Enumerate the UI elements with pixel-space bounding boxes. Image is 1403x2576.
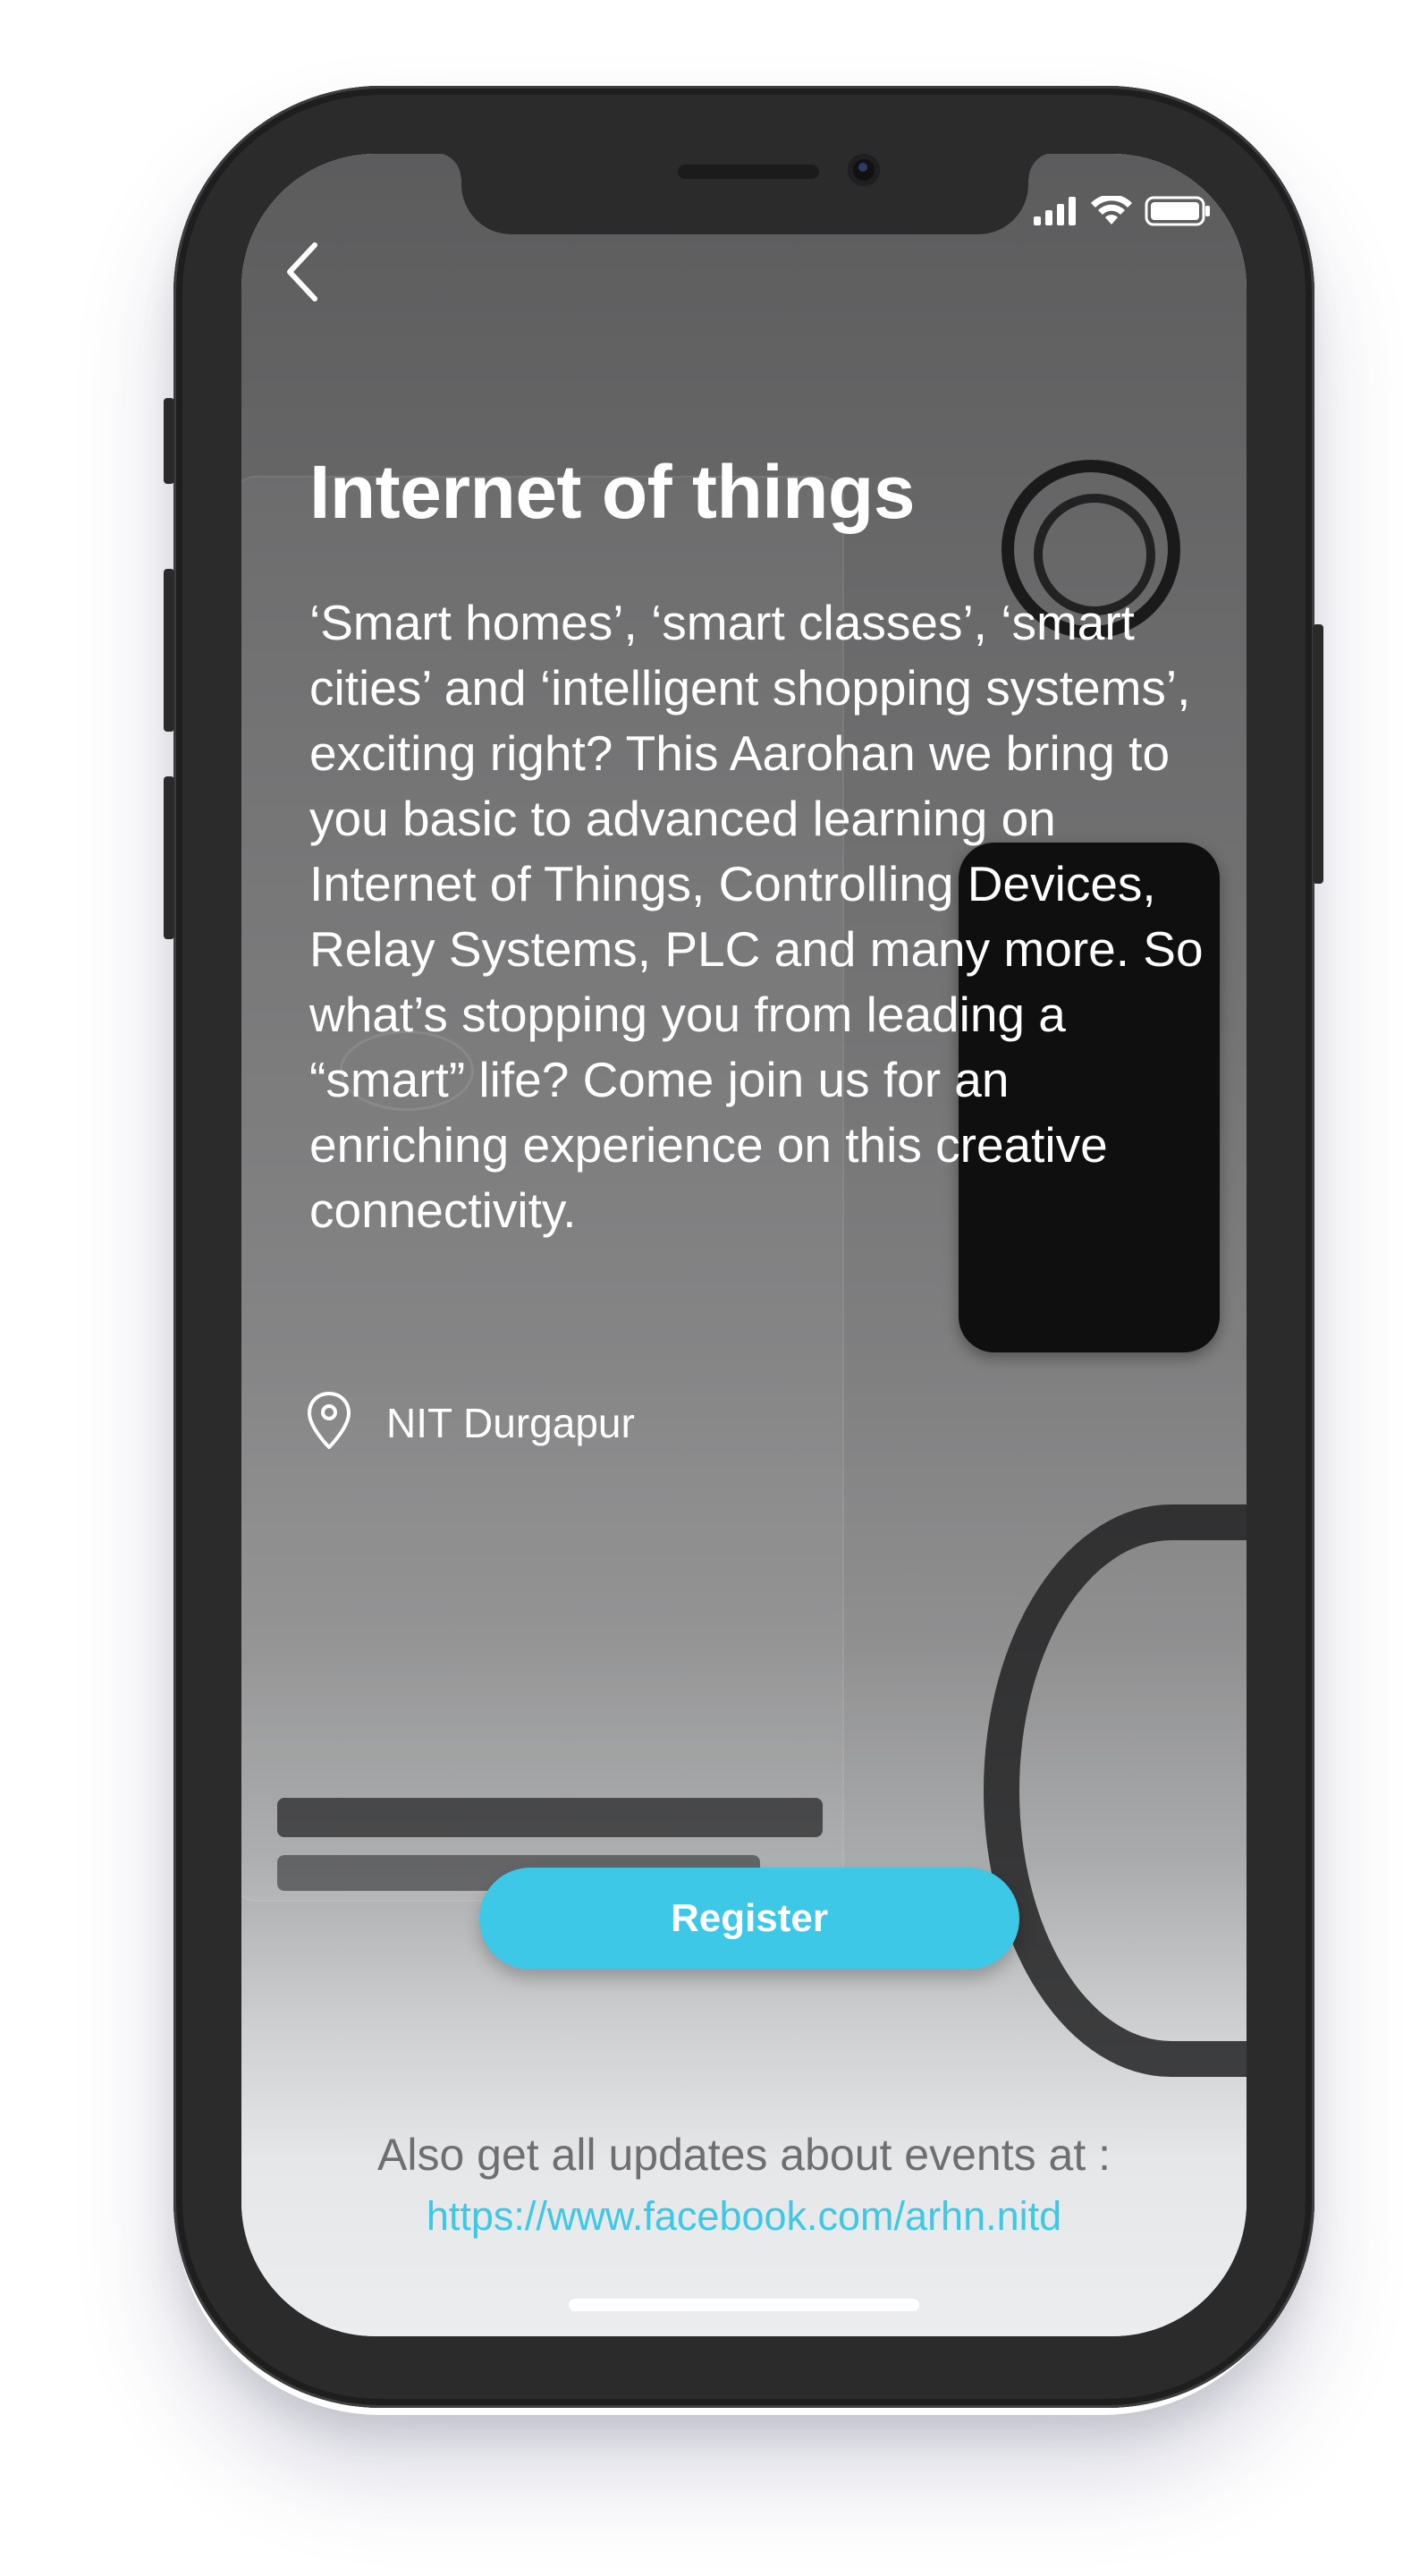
footer-updates-text: Also get all updates about events at : [377,2130,1111,2180]
front-camera [848,154,880,186]
back-button[interactable] [274,236,336,308]
battery-icon [1145,196,1211,231]
facebook-link[interactable]: https://www.facebook.com/arhn.nitd [241,2193,1247,2240]
event-location: NIT Durgapur [306,1390,635,1455]
ringer-switch [164,398,174,484]
volume-down-button [164,776,174,939]
wifi-icon [1091,193,1132,231]
phone-notch [435,154,1055,234]
event-title: Internet of things [309,450,915,534]
chevron-left-icon [274,242,336,311]
status-bar [1034,193,1211,231]
map-pin-icon [306,1390,352,1455]
background-pen-1 [277,1798,823,1837]
event-location-text: NIT Durgapur [386,1399,635,1446]
mockup-stage: Internet of things ‘Smart homes’, ‘smart… [0,0,1403,2576]
phone-screen: Internet of things ‘Smart homes’, ‘smart… [241,154,1247,2336]
earpiece-speaker [678,165,819,179]
signal-bars-icon [1034,196,1078,230]
volume-up-button [164,569,174,732]
event-description: ‘Smart homes’, ‘smart classes’, ‘smart c… [309,595,1204,1238]
register-button[interactable]: Register [479,1868,1019,1970]
power-button [1313,624,1323,884]
home-indicator[interactable] [569,2299,919,2311]
